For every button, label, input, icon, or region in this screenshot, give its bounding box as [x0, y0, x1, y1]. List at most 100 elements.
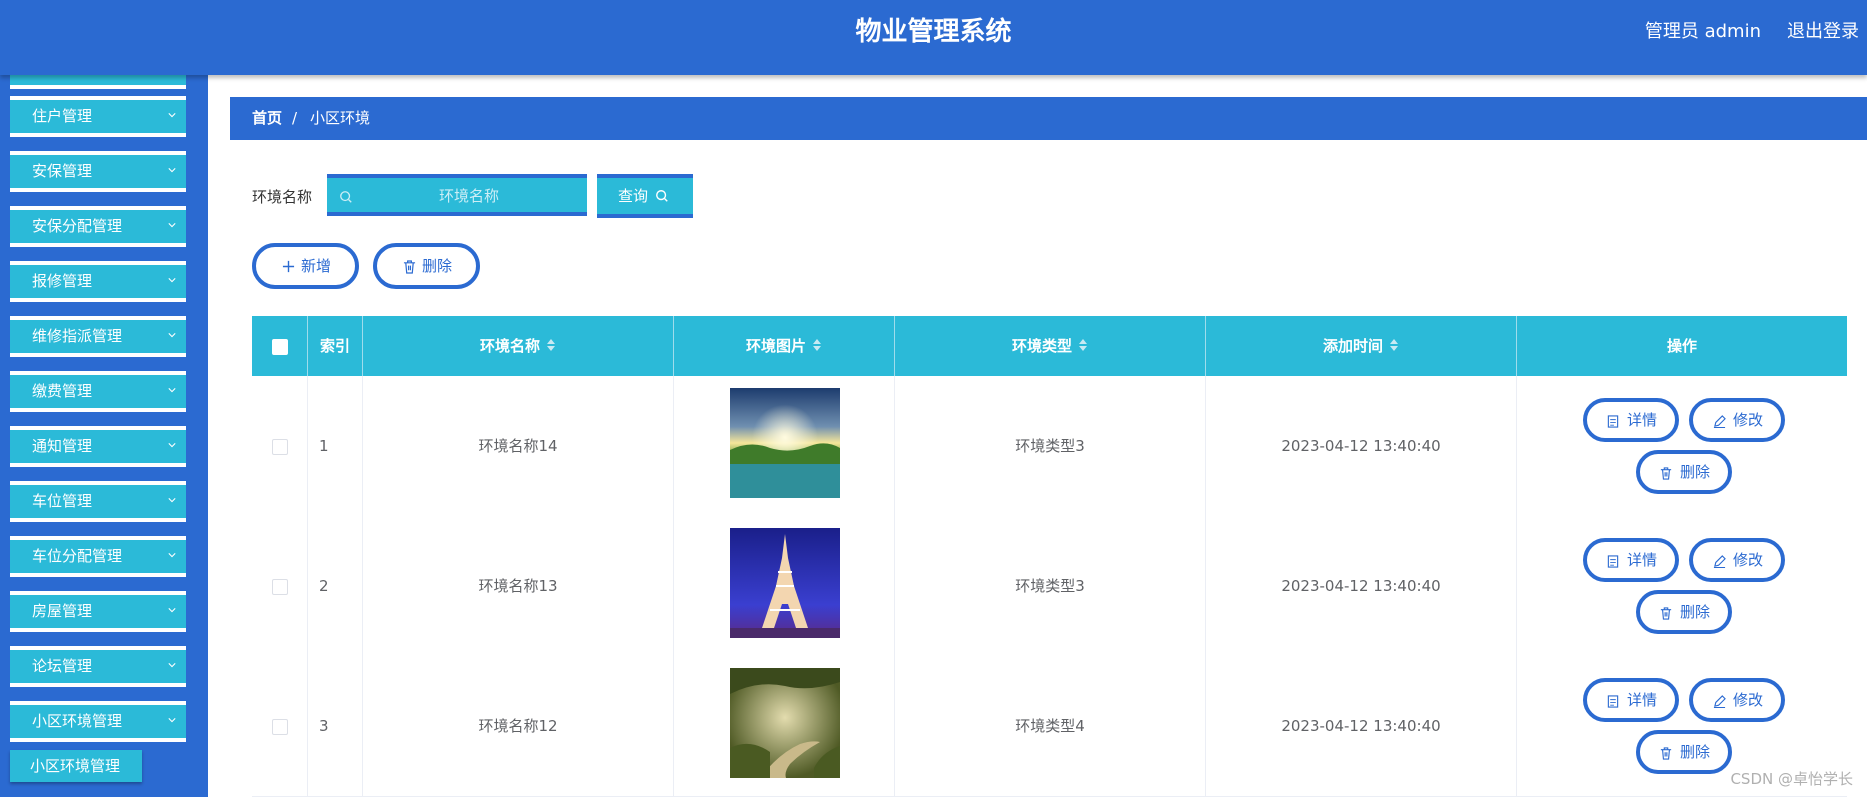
name-value: 环境名称14	[478, 437, 558, 455]
ops-cell: 详情 修改 删除	[1517, 516, 1847, 656]
sidebar-item-partial[interactable]	[10, 75, 186, 89]
header-name-label: 环境名称	[479, 337, 540, 355]
sidebar-item-security[interactable]: 安保管理	[10, 151, 186, 192]
header-image[interactable]: 环境图片	[674, 316, 895, 376]
bulk-delete-button[interactable]: 删除	[373, 243, 480, 289]
sidebar-item-label: 安保分配管理	[32, 217, 123, 235]
sidebar-item-parking-assign[interactable]: 车位分配管理	[10, 536, 186, 577]
chevron-down-icon	[168, 718, 176, 723]
search-label: 环境名称	[252, 188, 313, 206]
sidebar-item-repair-assign[interactable]: 维修指派管理	[10, 316, 186, 357]
index-cell: 1	[308, 376, 363, 516]
delete-button-label: 删除	[1680, 463, 1711, 481]
row-checkbox[interactable]	[272, 579, 288, 595]
query-button-label: 查询	[618, 187, 649, 205]
breadcrumb: 首页 / 小区环境	[230, 97, 1867, 140]
sidebar-item-label: 通知管理	[32, 437, 93, 455]
edit-button[interactable]: 修改	[1689, 538, 1785, 582]
header-time-label: 添加时间	[1322, 337, 1383, 355]
header-time[interactable]: 添加时间	[1206, 316, 1517, 376]
search-icon	[656, 190, 668, 202]
table-header: 索引 环境名称 环境图片 环境类型 添加时间 操作	[252, 316, 1847, 376]
header-name[interactable]: 环境名称	[363, 316, 674, 376]
logout-link[interactable]: 退出登录	[1787, 0, 1859, 64]
sidebar-item-repairs[interactable]: 报修管理	[10, 261, 186, 302]
sidebar-item-label: 房屋管理	[32, 602, 93, 620]
forest-path-image	[730, 668, 840, 778]
detail-button-label: 详情	[1627, 411, 1658, 429]
edit-button-label: 修改	[1733, 411, 1764, 429]
select-all-checkbox[interactable]	[272, 339, 288, 355]
header-index-label: 索引	[319, 337, 350, 355]
search-input[interactable]	[359, 178, 579, 214]
sidebar-item-environment[interactable]: 小区环境管理	[10, 701, 186, 742]
detail-button[interactable]: 详情	[1583, 538, 1679, 582]
delete-button[interactable]: 删除	[1636, 730, 1732, 774]
time-cell: 2023-04-12 13:40:40	[1206, 656, 1517, 796]
row-checkbox[interactable]	[272, 439, 288, 455]
time-cell: 2023-04-12 13:40:40	[1206, 516, 1517, 656]
trash-icon	[1660, 747, 1672, 760]
pencil-icon	[1713, 415, 1726, 428]
header-image-label: 环境图片	[745, 337, 806, 355]
delete-button[interactable]: 删除	[1636, 450, 1732, 494]
chevron-down-icon	[168, 608, 176, 613]
sidebar-item-housing[interactable]: 房屋管理	[10, 591, 186, 632]
sidebar-item-payments[interactable]: 缴费管理	[10, 371, 186, 412]
row-select-cell	[252, 516, 308, 656]
detail-button[interactable]: 详情	[1583, 398, 1679, 442]
sidebar-item-forum[interactable]: 论坛管理	[10, 646, 186, 687]
trash-icon	[1660, 607, 1672, 620]
chevron-down-icon	[168, 333, 176, 338]
type-cell: 环境类型4	[895, 656, 1206, 796]
edit-button[interactable]: 修改	[1689, 678, 1785, 722]
query-button[interactable]: 查询	[597, 174, 693, 218]
sidebar-item-label: 维修指派管理	[32, 327, 123, 345]
header-ops-label: 操作	[1666, 337, 1697, 355]
add-button-label: 新增	[301, 257, 332, 275]
type-value: 环境类型3	[1015, 577, 1085, 595]
app-title: 物业管理系统	[855, 17, 1012, 47]
sort-icon[interactable]	[1389, 337, 1399, 353]
name-cell: 环境名称14	[363, 376, 674, 516]
delete-button[interactable]: 删除	[1636, 590, 1732, 634]
submenu-item-label: 小区环境管理	[30, 757, 121, 775]
image-cell	[674, 656, 895, 796]
search-icon	[340, 191, 352, 203]
add-button[interactable]: 新增	[252, 243, 359, 289]
chevron-down-icon	[168, 168, 176, 173]
detail-button-label: 详情	[1627, 551, 1658, 569]
index-value: 1	[319, 437, 329, 455]
edit-button[interactable]: 修改	[1689, 398, 1785, 442]
sidebar-item-parking[interactable]: 车位管理	[10, 481, 186, 522]
row-select-cell	[252, 376, 308, 516]
sidebar-item-notices[interactable]: 通知管理	[10, 426, 186, 467]
image-cell	[674, 376, 895, 516]
header-index: 索引	[308, 316, 363, 376]
submenu-item-environment[interactable]: 小区环境管理	[10, 750, 142, 782]
row-checkbox[interactable]	[272, 719, 288, 735]
top-header: 物业管理系统 管理员 admin 退出登录	[0, 0, 1867, 75]
table-row: 1 环境名称14 环境类型3 2023-04-12 13:40:40 详情 修改…	[252, 376, 1847, 517]
pencil-icon	[1713, 555, 1726, 568]
index-value: 3	[319, 717, 329, 735]
sort-icon[interactable]	[546, 337, 556, 353]
index-cell: 3	[308, 656, 363, 796]
type-cell: 环境类型3	[895, 376, 1206, 516]
sidebar-item-label: 报修管理	[32, 272, 93, 290]
detail-button[interactable]: 详情	[1583, 678, 1679, 722]
sidebar-item-residents[interactable]: 住户管理	[10, 96, 186, 137]
sidebar-item-label: 论坛管理	[32, 657, 93, 675]
delete-button-label: 删除	[1680, 603, 1711, 621]
sidebar-item-label: 安保管理	[32, 162, 93, 180]
detail-button-label: 详情	[1627, 691, 1658, 709]
breadcrumb-home[interactable]: 首页	[252, 97, 282, 140]
lake-sunset-image	[730, 388, 840, 498]
sort-icon[interactable]	[812, 337, 822, 353]
sort-icon[interactable]	[1078, 337, 1088, 353]
name-value: 环境名称13	[478, 577, 558, 595]
header-type[interactable]: 环境类型	[895, 316, 1206, 376]
sidebar-item-security-assign[interactable]: 安保分配管理	[10, 206, 186, 247]
time-value: 2023-04-12 13:40:40	[1281, 717, 1441, 735]
search-field[interactable]	[327, 174, 587, 216]
